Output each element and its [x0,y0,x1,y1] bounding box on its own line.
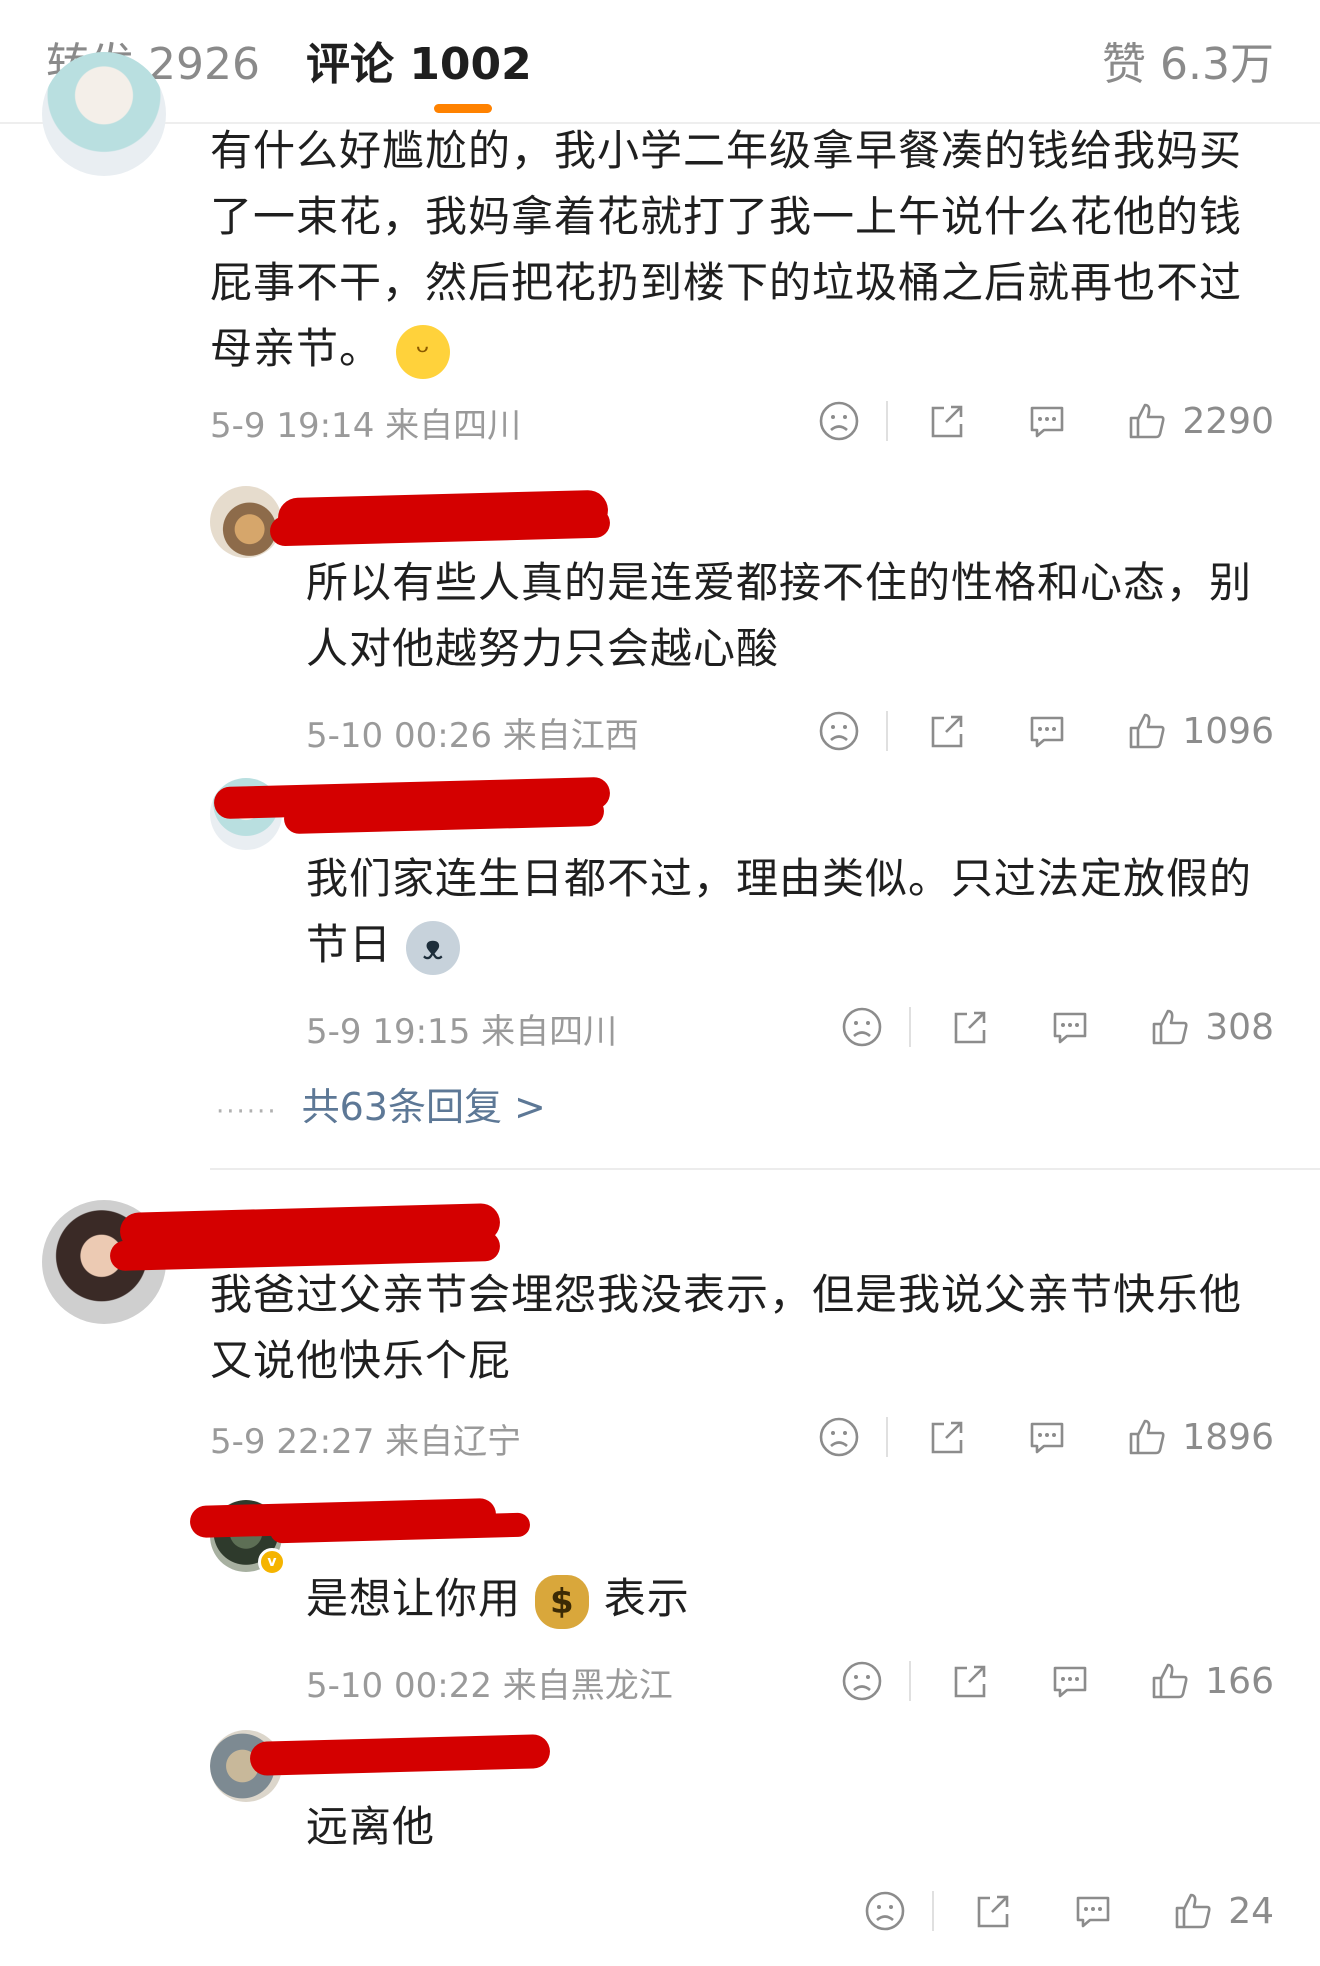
reply-text-before: 是想让你用 [306,1574,522,1623]
dislike-icon[interactable] [818,400,860,442]
action-divider [909,1661,912,1701]
action-divider [932,1891,935,1931]
action-divider [886,711,889,751]
reply-text: 远离他 [306,1802,436,1851]
comment-meta: 5-9 19:14 来自四川 [210,406,522,446]
reply-actions: 24 [864,1886,1274,1936]
share-icon[interactable] [949,1006,991,1048]
like-button[interactable]: 166 [1149,1660,1274,1702]
dislike-icon[interactable] [841,1660,883,1702]
reply-icon[interactable] [1049,1006,1091,1048]
like-count: 166 [1205,1660,1274,1702]
share-icon[interactable] [926,710,968,752]
like-count: 24 [1228,1890,1274,1932]
like-button[interactable]: 24 [1172,1890,1274,1932]
thumbs-up-icon [1175,1893,1211,1929]
avatar[interactable] [42,52,166,176]
like-count: 308 [1205,1006,1274,1048]
thumbs-up-icon [1130,713,1165,749]
share-icon[interactable] [972,1890,1014,1932]
reply-meta: 5-10 00:22 来自黑龙江 [306,1666,673,1706]
thumbs-up-icon [1130,1419,1165,1455]
reply-actions: 1096 [818,706,1274,756]
action-divider [909,1007,912,1047]
reply-icon[interactable] [1072,1890,1114,1932]
share-icon[interactable] [926,1416,968,1458]
reply-text: 我们家连生日都不过，理由类似。只过法定放假的节日 ᴥ [306,846,1266,978]
thumbs-up-icon [1152,1663,1188,1699]
reply-text: 所以有些人真的是连爱都接不住的性格和心态，别人对他越努力只会越心酸 [306,558,1253,673]
like-button[interactable]: 1096 [1126,710,1274,752]
like-button[interactable]: 308 [1149,1006,1274,1048]
reply-meta: 5-9 19:15 来自四川 [306,1012,618,1052]
like-button[interactable]: 1896 [1126,1416,1274,1458]
like-button[interactable]: 2290 [1126,400,1274,442]
comment-actions: 1896 [818,1412,1274,1462]
reply-icon[interactable] [1026,400,1068,442]
husky-emoji: ᴥ [406,920,461,975]
share-icon[interactable] [949,1660,991,1702]
tab-comments[interactable]: 评论 1002 [306,28,532,92]
reply-icon[interactable] [1026,710,1068,752]
thinking-face-emoji: ᵕ [396,324,451,379]
redacted-username [249,1734,551,1776]
comment-text-content: 有什么好尴尬的，我小学二年级拿早餐凑的钱给我妈买了一束花，我妈拿着花就打了我一上… [210,126,1243,373]
action-divider [886,401,889,441]
active-tab-indicator [434,104,492,113]
dislike-icon[interactable] [841,1006,883,1048]
reply-icon[interactable] [1049,1660,1091,1702]
action-divider [886,1417,889,1457]
comment-actions: 2290 [818,396,1274,446]
more-replies-link[interactable]: ······ 共63条回复 > [216,1076,546,1131]
comment-tabs: 转发 2926 评论 1002 赞 6.3万 [0,0,1320,124]
reply-actions: 308 [841,1002,1274,1052]
comment-divider [210,1168,1320,1170]
thumbs-up-icon [1130,403,1165,439]
comment-text: 有什么好尴尬的，我小学二年级拿早餐凑的钱给我妈买了一束花，我妈拿着花就打了我一上… [210,118,1250,382]
like-count: 1896 [1182,1416,1274,1458]
more-replies-label: 共63条回复 > [301,1085,546,1129]
tab-likes[interactable]: 赞 6.3万 [1102,28,1274,92]
dislike-icon[interactable] [818,1416,860,1458]
comment-text: 我爸过父亲节会埋怨我没表示，但是我说父亲节快乐他又说他快乐个屁 [210,1270,1243,1385]
verified-badge-icon: v [258,1548,286,1576]
reply-text: 是想让你用 $ 表示 [306,1566,1266,1632]
comment-meta: 5-9 22:27 来自辽宁 [210,1422,522,1462]
reply-text-after: 表示 [603,1574,690,1623]
reply-actions: 166 [841,1656,1274,1706]
reply-icon[interactable] [1026,1416,1068,1458]
dislike-icon[interactable] [818,710,860,752]
like-count: 1096 [1182,710,1274,752]
reply-avatar[interactable] [210,486,282,558]
like-count: 2290 [1182,400,1274,442]
dislike-icon[interactable] [864,1890,906,1932]
reply-meta: 5-10 00:26 来自江西 [306,716,639,756]
share-icon[interactable] [926,400,968,442]
thumbs-up-icon [1152,1009,1188,1045]
ellipsis-icon: ······ [216,1097,278,1127]
money-bag-emoji: $ [535,1574,590,1629]
